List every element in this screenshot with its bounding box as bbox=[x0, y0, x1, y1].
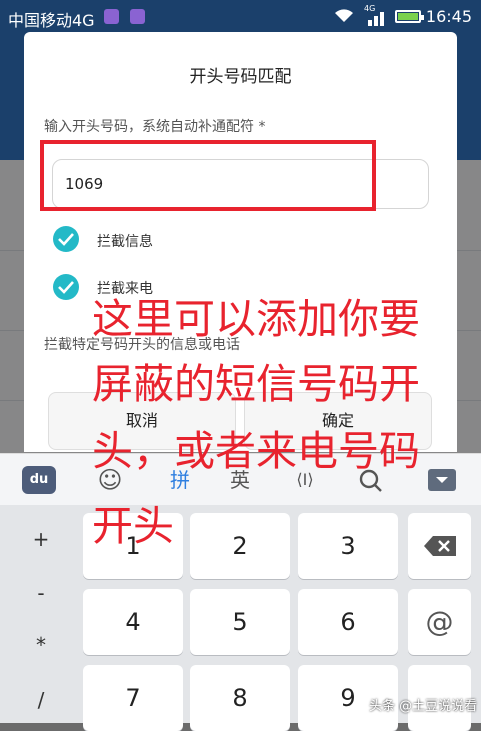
notification-app-icon bbox=[130, 9, 145, 24]
key-7[interactable]: 7 bbox=[83, 665, 183, 731]
asterisk-key[interactable]: * bbox=[8, 633, 74, 657]
network-badge: 4G bbox=[364, 4, 376, 13]
annotation-line: 这里可以添加你要 bbox=[92, 295, 420, 343]
key-5[interactable]: 5 bbox=[190, 589, 290, 655]
highlight-box bbox=[40, 140, 376, 211]
dialog-title: 开头号码匹配 bbox=[189, 67, 292, 87]
numeric-keyboard: + - * / 1 2 3 4 5 6 @ 7 8 9 bbox=[0, 505, 481, 731]
minus-key[interactable]: - bbox=[8, 581, 74, 605]
block-messages-label: 拦截信息 bbox=[97, 234, 153, 250]
carrier-label: 中国移动4G bbox=[8, 11, 95, 30]
key-3[interactable]: 3 bbox=[298, 513, 398, 579]
delete-icon bbox=[424, 536, 456, 556]
battery-icon bbox=[395, 10, 424, 23]
hide-keyboard-icon[interactable] bbox=[428, 469, 456, 491]
annotation-line: 屏蔽的短信号码开 bbox=[92, 360, 420, 408]
status-bar: 中国移动4G 4G 16:45 bbox=[0, 0, 481, 32]
block-calls-checkbox[interactable] bbox=[53, 274, 79, 300]
key-4[interactable]: 4 bbox=[83, 589, 183, 655]
annotation-line: 头，或者来电号码 bbox=[92, 427, 420, 475]
check-icon bbox=[58, 281, 74, 294]
signal-icon: 4G bbox=[364, 4, 388, 26]
annotation-line: 开头 bbox=[92, 502, 174, 550]
check-icon bbox=[58, 233, 74, 246]
clock: 16:45 bbox=[425, 7, 472, 26]
key-2[interactable]: 2 bbox=[190, 513, 290, 579]
delete-key[interactable] bbox=[408, 513, 471, 579]
watermark: 头条 @土豆说说看 bbox=[369, 699, 478, 714]
input-hint: 输入开头号码，系统自动补通配符 * bbox=[44, 119, 266, 135]
notification-app-icon bbox=[104, 9, 119, 24]
block-messages-checkbox[interactable] bbox=[53, 226, 79, 252]
at-key[interactable]: @ bbox=[408, 589, 471, 655]
baidu-logo-icon[interactable]: du bbox=[22, 466, 56, 494]
slash-key[interactable]: / bbox=[8, 688, 74, 712]
key-6[interactable]: 6 bbox=[298, 589, 398, 655]
key-8[interactable]: 8 bbox=[190, 665, 290, 731]
plus-key[interactable]: + bbox=[8, 527, 74, 551]
wifi-icon bbox=[335, 9, 353, 22]
